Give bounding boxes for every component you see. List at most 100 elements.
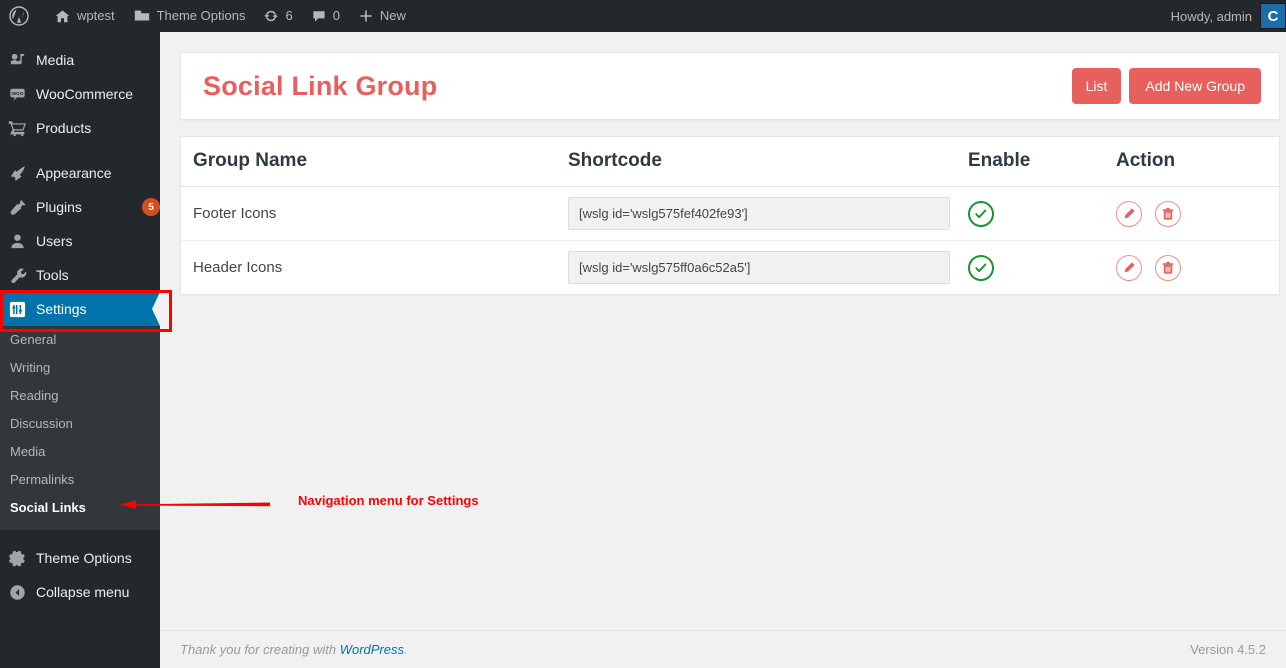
home-icon — [54, 8, 71, 25]
sidebar-item-label: Media — [36, 52, 75, 68]
sidebar-item-label: WooCommerce — [36, 86, 133, 102]
current-menu-arrow-icon — [152, 292, 160, 326]
group-name-text: Header Icons — [193, 259, 283, 276]
avatar-letter: C — [1267, 7, 1279, 25]
add-new-group-button[interactable]: Add New Group — [1129, 68, 1261, 104]
plus-icon — [358, 8, 374, 24]
cell-shortcode: [wslg id='wslg575fef402fe93'] — [556, 186, 956, 241]
main-content-area: Social Link Group List Add New Group Gro… — [160, 32, 1286, 668]
sidebar-item-users[interactable]: Users — [0, 224, 160, 258]
sidebar-item-plugins[interactable]: Plugins 5 — [0, 190, 160, 224]
sidebar-item-label: Products — [36, 120, 92, 136]
sidebar-item-label: Appearance — [36, 165, 112, 181]
plugins-update-badge: 5 — [142, 198, 160, 216]
submenu-item-permalinks[interactable]: Permalinks — [0, 466, 160, 494]
collapse-arrow-icon — [8, 582, 36, 602]
pencil-icon[interactable] — [1116, 200, 1142, 227]
sidebar-item-label: Settings — [36, 301, 87, 317]
adminbar-comments[interactable]: 0 — [302, 0, 349, 32]
sidebar-item-media[interactable]: Media — [0, 43, 160, 77]
sidebar-item-settings[interactable]: Settings — [0, 292, 160, 326]
pencil-icon[interactable] — [1116, 254, 1142, 281]
folder-icon — [133, 7, 151, 25]
table-body: Footer Icons [wslg id='wslg575fef402fe93… — [181, 186, 1279, 295]
paintbrush-icon — [8, 163, 36, 183]
sidebar-item-label: Plugins — [36, 199, 82, 215]
adminbar-right-group: Howdy, admin C — [1162, 0, 1286, 32]
table-head: Group Name Shortcode Enable Action — [181, 137, 1279, 187]
settings-icon — [8, 299, 36, 319]
media-icon — [8, 50, 36, 70]
menu-spacer-bottom — [0, 530, 160, 541]
cell-group-name: Footer Icons — [181, 186, 556, 241]
column-header-action: Action — [1104, 137, 1279, 187]
adminbar-my-account[interactable]: Howdy, admin C — [1162, 3, 1286, 29]
wordpress-logo-icon — [9, 6, 29, 26]
table-row: Header Icons [wslg id='wslg575ff0a6c52a5… — [181, 241, 1279, 295]
shortcode-field[interactable]: [wslg id='wslg575ff0a6c52a5'] — [568, 251, 950, 284]
woocommerce-icon: WOO — [8, 84, 36, 104]
wordpress-link[interactable]: WordPress — [340, 642, 404, 657]
svg-text:WOO: WOO — [12, 91, 24, 97]
wordpress-logo-button[interactable] — [0, 0, 45, 32]
table-header-row: Group Name Shortcode Enable Action — [181, 137, 1279, 187]
check-circle-icon[interactable] — [968, 200, 994, 227]
social-link-groups-table: Group Name Shortcode Enable Action Foote… — [181, 137, 1279, 294]
adminbar-updates[interactable]: 6 — [254, 0, 301, 32]
column-header-enable: Enable — [956, 137, 1104, 187]
sidebar-item-label: Theme Options — [36, 550, 132, 566]
sidebar-item-tools[interactable]: Tools — [0, 258, 160, 292]
menu-spacer-mid — [0, 145, 160, 156]
sidebar-item-products[interactable]: Products — [0, 111, 160, 145]
shortcode-field[interactable]: [wslg id='wslg575fef402fe93'] — [568, 197, 950, 230]
sidebar-item-theme-options[interactable]: Theme Options — [0, 541, 160, 575]
sidebar-item-label: Collapse menu — [36, 584, 130, 600]
adminbar-howdy-label: Howdy, admin — [1170, 8, 1252, 24]
check-circle-icon[interactable] — [968, 254, 994, 281]
adminbar-site-name[interactable]: wptest — [45, 0, 124, 32]
adminbar-new-label: New — [379, 8, 406, 23]
cell-shortcode: [wslg id='wslg575ff0a6c52a5'] — [556, 241, 956, 295]
column-header-shortcode: Shortcode — [556, 137, 956, 187]
adminbar-theme-options-label: Theme Options — [156, 8, 246, 23]
page-header-panel: Social Link Group List Add New Group — [180, 52, 1280, 120]
submenu-item-writing[interactable]: Writing — [0, 354, 160, 382]
plugin-icon — [8, 197, 36, 217]
footer-thanks-prefix: Thank you for creating with — [180, 642, 340, 657]
updates-sync-icon — [263, 8, 279, 24]
header-action-buttons: List Add New Group — [1071, 68, 1261, 104]
adminbar-theme-options[interactable]: Theme Options — [124, 0, 255, 32]
trash-icon[interactable] — [1154, 200, 1181, 227]
cart-icon — [8, 118, 36, 138]
adminbar-site-name-label: wptest — [77, 8, 115, 23]
sidebar-item-woocommerce[interactable]: WOO WooCommerce — [0, 77, 160, 111]
gear-icon — [8, 548, 36, 568]
cell-group-name: Header Icons — [181, 241, 556, 295]
user-icon — [8, 231, 36, 251]
trash-icon[interactable] — [1154, 254, 1181, 281]
avatar[interactable]: C — [1260, 3, 1286, 29]
admin-sidebar-menu: Media WOO WooCommerce Products Appearanc… — [0, 32, 160, 668]
groups-table-card: Group Name Shortcode Enable Action Foote… — [180, 136, 1280, 295]
table-row: Footer Icons [wslg id='wslg575fef402fe93… — [181, 186, 1279, 241]
sidebar-item-label: Tools — [36, 267, 69, 283]
list-button[interactable]: List — [1071, 68, 1122, 104]
group-name-text: Footer Icons — [193, 205, 277, 222]
content-inner: Social Link Group List Add New Group Gro… — [160, 32, 1286, 295]
cell-enable — [956, 186, 1104, 241]
column-header-group-name: Group Name — [181, 137, 556, 187]
admin-bar: wptest Theme Options 6 0 New Howdy, admi… — [0, 0, 1286, 32]
comment-bubble-icon — [311, 8, 327, 24]
left-arrow-annotation-icon — [120, 500, 270, 509]
adminbar-comments-count: 0 — [332, 8, 340, 23]
submenu-item-general[interactable]: General — [0, 326, 160, 354]
submenu-item-reading[interactable]: Reading — [0, 382, 160, 410]
cell-enable — [956, 241, 1104, 295]
submenu-item-discussion[interactable]: Discussion — [0, 410, 160, 438]
wrench-icon — [8, 265, 36, 285]
sidebar-item-label: Users — [36, 233, 73, 249]
submenu-item-media[interactable]: Media — [0, 438, 160, 466]
adminbar-new-content[interactable]: New — [349, 0, 415, 32]
collapse-menu-button[interactable]: Collapse menu — [0, 575, 160, 609]
sidebar-item-appearance[interactable]: Appearance — [0, 156, 160, 190]
